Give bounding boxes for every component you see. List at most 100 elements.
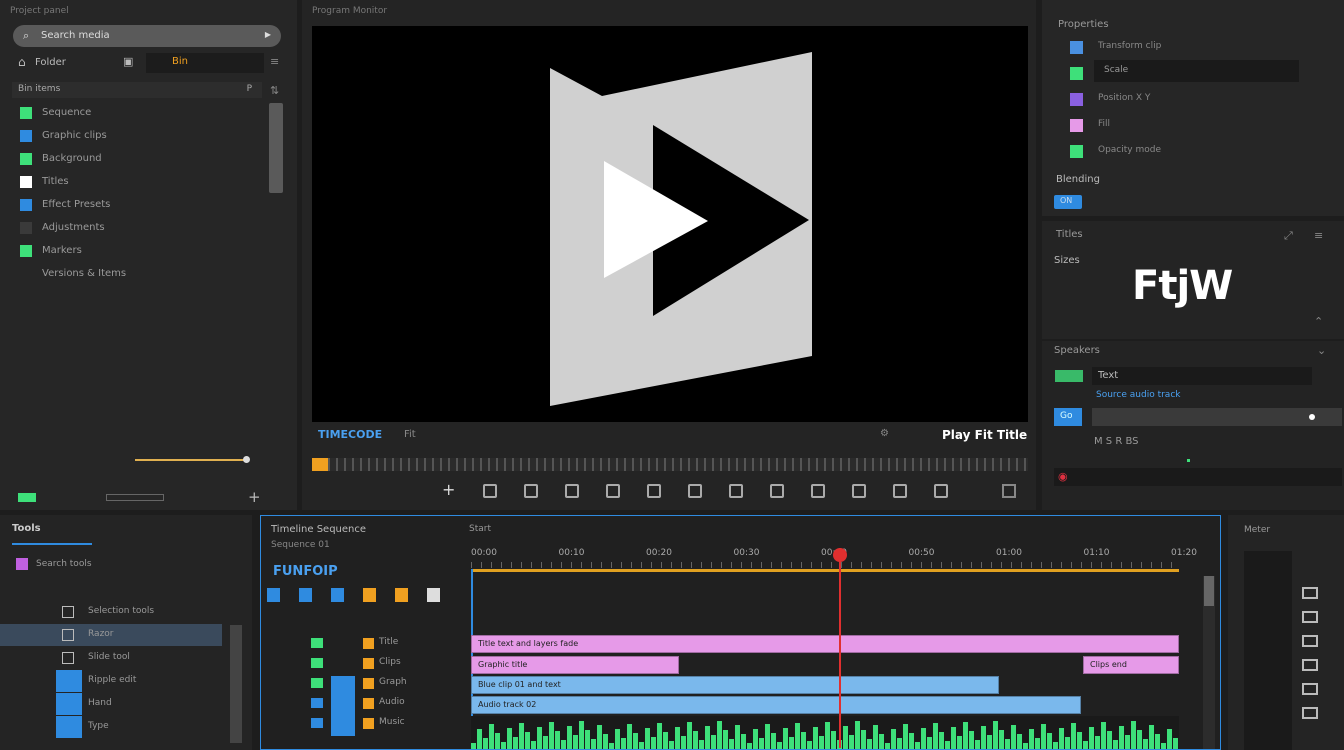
meter-icon[interactable]: [1302, 635, 1318, 647]
work-area-bar[interactable]: [471, 569, 1179, 572]
export-frame-icon[interactable]: [893, 484, 907, 498]
tool-row[interactable]: Selection tools: [0, 601, 222, 623]
add-icon[interactable]: +: [442, 482, 456, 498]
timeline-tool-icon[interactable]: [331, 588, 344, 602]
list-item[interactable]: Graphic clips: [14, 129, 264, 145]
list-item[interactable]: Markers: [14, 244, 264, 260]
scrollbar[interactable]: [269, 103, 283, 193]
folder-icon[interactable]: ▣: [123, 55, 133, 68]
waveform-bar: [849, 735, 854, 749]
meter-icon[interactable]: [1302, 707, 1318, 719]
timeline-tool-icon[interactable]: [395, 588, 408, 602]
tool-row[interactable]: Slide tool: [0, 647, 222, 669]
chevron-up-icon[interactable]: ⌃: [1314, 315, 1323, 328]
timeline-clip[interactable]: Title text and layers fade: [471, 635, 1179, 653]
track-toggle-icon[interactable]: [311, 658, 323, 668]
meter-icon[interactable]: [1302, 587, 1318, 599]
blending-label: Blending: [1056, 174, 1100, 185]
go-button[interactable]: Go: [1054, 408, 1082, 426]
timeline-tool-icon[interactable]: [299, 588, 312, 602]
tool-row[interactable]: Razor: [0, 624, 222, 646]
audio-waveform[interactable]: [471, 716, 1179, 749]
level-knob[interactable]: [1309, 414, 1315, 420]
track-color-icon: [363, 678, 374, 689]
folder-dropdown[interactable]: Bin: [146, 53, 264, 73]
forward-icon[interactable]: [770, 484, 784, 498]
tool-row[interactable]: Type: [0, 716, 222, 738]
zoom-level[interactable]: Fit: [404, 429, 416, 440]
playhead[interactable]: [833, 548, 848, 748]
meter-icon[interactable]: [1302, 659, 1318, 671]
next-icon[interactable]: [934, 484, 948, 498]
list-view-icon[interactable]: [18, 493, 36, 502]
list-item[interactable]: Background: [14, 152, 264, 168]
timeline-clip[interactable]: Audio track 02: [471, 696, 1081, 714]
menu-icon[interactable]: ≡: [270, 55, 279, 68]
list-item[interactable]: Sequence: [14, 106, 264, 122]
list-item[interactable]: Effect Presets: [14, 198, 264, 214]
meter-icon[interactable]: [1302, 683, 1318, 695]
trim-icon[interactable]: [647, 484, 661, 498]
scrubber-handle[interactable]: [312, 458, 328, 471]
tool-row[interactable]: Hand: [0, 693, 222, 715]
waveform-bar: [975, 740, 980, 749]
meter-icon[interactable]: [1302, 611, 1318, 623]
back-icon[interactable]: [688, 484, 702, 498]
record-icon: ◉: [1058, 470, 1068, 483]
track-lock[interactable]: [56, 693, 82, 715]
timeline-clip[interactable]: Graphic title: [471, 656, 679, 674]
expand-icon[interactable]: ⤢: [1284, 229, 1293, 243]
new-item-icon[interactable]: +: [248, 488, 261, 506]
tools-scrollbar[interactable]: [230, 625, 242, 743]
speaker-field[interactable]: Text: [1092, 367, 1312, 385]
waveform-bar: [669, 741, 674, 749]
track-target[interactable]: [331, 716, 355, 736]
home-icon[interactable]: ⌂: [18, 55, 26, 69]
timeline-tool-icon[interactable]: [267, 588, 280, 602]
track-lock[interactable]: [56, 670, 82, 692]
track-lock[interactable]: [56, 716, 82, 738]
split-icon[interactable]: [483, 484, 497, 498]
timeline-clip[interactable]: Blue clip 01 and text: [471, 676, 999, 694]
audio-source-link[interactable]: Source audio track: [1096, 390, 1180, 400]
list-item[interactable]: Adjustments: [14, 221, 264, 237]
settings-icon[interactable]: ⚙: [880, 428, 889, 439]
lift-icon[interactable]: [565, 484, 579, 498]
loop-icon[interactable]: [811, 484, 825, 498]
timeline-tool-icon[interactable]: [363, 588, 376, 602]
waveform-bar: [489, 724, 494, 749]
slider-knob[interactable]: [243, 456, 250, 463]
track-target[interactable]: [331, 676, 355, 696]
marker-icon[interactable]: [852, 484, 866, 498]
list-item[interactable]: Versions & Items: [14, 267, 264, 283]
track-toggle-icon[interactable]: [311, 698, 323, 708]
tool-row[interactable]: Ripple edit: [0, 670, 222, 692]
waveform-bar: [957, 736, 962, 749]
play-icon[interactable]: [729, 484, 743, 498]
sort-icon[interactable]: ⇅: [270, 84, 279, 97]
scrubber-track[interactable]: [312, 458, 1028, 471]
track-toggle-icon[interactable]: [311, 718, 323, 728]
extract-icon[interactable]: [606, 484, 620, 498]
track-toggle-icon[interactable]: [311, 678, 323, 688]
zoom-slider[interactable]: [135, 456, 250, 463]
video-canvas[interactable]: [312, 26, 1028, 422]
search-input[interactable]: ⌕ Search media ▶: [13, 25, 281, 47]
fullscreen-icon[interactable]: [1002, 484, 1016, 498]
timeline-clip[interactable]: Clips end: [1083, 656, 1179, 674]
timeline-scrollbar[interactable]: [1203, 576, 1215, 749]
icon-view-icon[interactable]: [106, 494, 164, 501]
timeline-tool-icon[interactable]: [427, 588, 440, 602]
blending-toggle[interactable]: ON: [1054, 195, 1082, 209]
list-item[interactable]: Titles: [14, 175, 264, 191]
tools-underline: [12, 543, 92, 545]
track-toggle-icon[interactable]: [311, 638, 323, 648]
audio-input[interactable]: ◉: [1054, 468, 1342, 486]
tools-search[interactable]: Search tools: [36, 559, 92, 569]
mark-in-icon[interactable]: [524, 484, 538, 498]
menu-icon[interactable]: ≡: [1314, 229, 1323, 242]
chevron-icon[interactable]: ⌄: [1317, 344, 1326, 357]
property-field[interactable]: Scale: [1094, 60, 1299, 82]
level-slider[interactable]: [1092, 408, 1342, 426]
track-target[interactable]: [331, 696, 355, 716]
